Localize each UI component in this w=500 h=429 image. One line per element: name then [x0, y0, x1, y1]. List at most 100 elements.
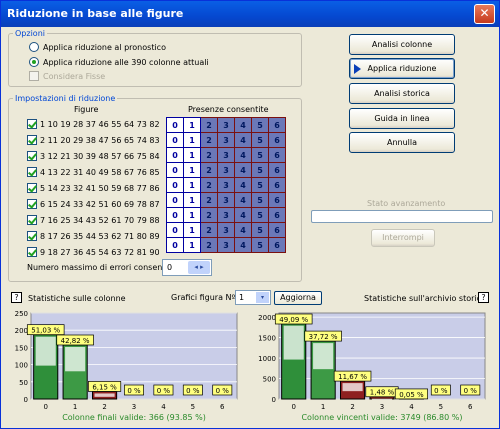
- spinner-arrows-icon[interactable]: ◂ ▸: [188, 261, 210, 274]
- figure-row[interactable]: 4 13 22 31 40 49 58 67 76 85: [27, 167, 160, 177]
- presence-cell[interactable]: 6: [268, 132, 286, 148]
- presence-cell[interactable]: 3: [217, 162, 235, 178]
- presence-cell[interactable]: 2: [200, 237, 218, 253]
- figure-row[interactable]: 7 16 25 34 43 52 61 70 79 88: [27, 215, 160, 225]
- radio-colonne[interactable]: Applica riduzione alle 390 colonne attua…: [29, 57, 209, 67]
- interrompi-button[interactable]: Interrompi: [371, 229, 435, 247]
- presence-cell[interactable]: 4: [234, 207, 252, 223]
- figure-checkbox[interactable]: [27, 167, 37, 177]
- analisi-storica-button[interactable]: Analisi storica: [349, 83, 455, 104]
- presence-cell[interactable]: 5: [251, 177, 269, 193]
- figure-row[interactable]: 1 10 19 28 37 46 55 64 73 82: [27, 119, 160, 129]
- figure-row[interactable]: 3 12 21 30 39 48 57 66 75 84: [27, 151, 160, 161]
- presence-cell[interactable]: 1: [183, 237, 201, 253]
- presence-cell[interactable]: 6: [268, 192, 286, 208]
- checkbox[interactable]: [29, 71, 39, 81]
- presence-cell[interactable]: 3: [217, 117, 235, 133]
- presence-cell[interactable]: 0: [166, 177, 184, 193]
- chevron-down-icon[interactable]: ▾: [256, 292, 269, 303]
- presence-cell[interactable]: 3: [217, 132, 235, 148]
- considera-fisse-checkbox[interactable]: Considera Fisse: [29, 71, 105, 81]
- radio-pronostico[interactable]: Applica riduzione al pronostico: [29, 42, 166, 52]
- presence-cell[interactable]: 0: [166, 117, 184, 133]
- presence-cell[interactable]: 3: [217, 237, 235, 253]
- presence-cell[interactable]: 5: [251, 237, 269, 253]
- figure-row[interactable]: 9 18 27 36 45 54 63 72 81 90: [27, 247, 160, 257]
- presence-cell[interactable]: 0: [166, 237, 184, 253]
- radio-button-selected[interactable]: [29, 57, 39, 67]
- presence-cell[interactable]: 0: [166, 207, 184, 223]
- presence-cell[interactable]: 4: [234, 162, 252, 178]
- presence-cell[interactable]: 2: [200, 117, 218, 133]
- max-errors-value[interactable]: 0: [167, 263, 172, 272]
- figure-row[interactable]: 6 15 24 33 42 51 60 69 78 87: [27, 199, 160, 209]
- presence-cell[interactable]: 2: [200, 222, 218, 238]
- presence-cell[interactable]: 6: [268, 147, 286, 163]
- presence-cell[interactable]: 0: [166, 222, 184, 238]
- figure-row[interactable]: 8 17 26 35 44 53 62 71 80 89: [27, 231, 160, 241]
- presence-cell[interactable]: 5: [251, 222, 269, 238]
- presence-cell[interactable]: 6: [268, 222, 286, 238]
- presence-cell[interactable]: 1: [183, 162, 201, 178]
- presence-cell[interactable]: 4: [234, 222, 252, 238]
- presence-cell[interactable]: 2: [200, 147, 218, 163]
- presence-cell[interactable]: 0: [166, 162, 184, 178]
- presence-cell[interactable]: 4: [234, 132, 252, 148]
- presence-cell[interactable]: 4: [234, 177, 252, 193]
- presence-cell[interactable]: 5: [251, 132, 269, 148]
- presence-cell[interactable]: 2: [200, 132, 218, 148]
- applica-riduzione-button[interactable]: Applica riduzione: [349, 58, 455, 79]
- presence-cell[interactable]: 0: [166, 147, 184, 163]
- presence-cell[interactable]: 2: [200, 177, 218, 193]
- presence-cell[interactable]: 1: [183, 207, 201, 223]
- presence-cell[interactable]: 6: [268, 237, 286, 253]
- presence-cell[interactable]: 3: [217, 207, 235, 223]
- figure-checkbox[interactable]: [27, 135, 37, 145]
- presence-cell[interactable]: 3: [217, 147, 235, 163]
- left-help-icon[interactable]: ?: [11, 292, 22, 303]
- presence-cell[interactable]: 3: [217, 222, 235, 238]
- figure-checkbox[interactable]: [27, 231, 37, 241]
- aggiorna-button[interactable]: Aggiorna: [274, 291, 322, 305]
- presence-cell[interactable]: 0: [166, 192, 184, 208]
- figure-row[interactable]: 2 11 20 29 38 47 56 65 74 83: [27, 135, 160, 145]
- analisi-colonne-button[interactable]: Analisi colonne: [349, 34, 455, 55]
- presence-cell[interactable]: 2: [200, 207, 218, 223]
- presence-cell[interactable]: 5: [251, 192, 269, 208]
- presence-cell[interactable]: 1: [183, 117, 201, 133]
- figure-row[interactable]: 5 14 23 32 41 50 59 68 77 86: [27, 183, 160, 193]
- graph-figure-select[interactable]: 1 ▾: [235, 290, 271, 305]
- presence-cell[interactable]: 1: [183, 192, 201, 208]
- presence-cell[interactable]: 5: [251, 162, 269, 178]
- presence-cell[interactable]: 6: [268, 117, 286, 133]
- figure-checkbox[interactable]: [27, 199, 37, 209]
- presence-cell[interactable]: 1: [183, 132, 201, 148]
- radio-button[interactable]: [29, 42, 39, 52]
- presence-cell[interactable]: 5: [251, 117, 269, 133]
- presence-cell[interactable]: 4: [234, 192, 252, 208]
- guida-in-linea-button[interactable]: Guida in linea: [349, 108, 455, 129]
- figure-checkbox[interactable]: [27, 183, 37, 193]
- figure-checkbox[interactable]: [27, 151, 37, 161]
- right-help-icon[interactable]: ?: [478, 292, 489, 303]
- annulla-button[interactable]: Annulla: [349, 132, 455, 153]
- presence-cell[interactable]: 2: [200, 162, 218, 178]
- presence-cell[interactable]: 3: [217, 177, 235, 193]
- presence-cell[interactable]: 1: [183, 222, 201, 238]
- presence-cell[interactable]: 2: [200, 192, 218, 208]
- presence-cell[interactable]: 4: [234, 117, 252, 133]
- presence-cell[interactable]: 6: [268, 177, 286, 193]
- presence-cell[interactable]: 5: [251, 207, 269, 223]
- close-button[interactable]: ✕: [474, 4, 495, 24]
- presence-cell[interactable]: 4: [234, 147, 252, 163]
- presence-cell[interactable]: 6: [268, 207, 286, 223]
- presence-cell[interactable]: 1: [183, 147, 201, 163]
- presence-cell[interactable]: 5: [251, 147, 269, 163]
- max-errors-spinner[interactable]: 0 ◂ ▸: [162, 259, 212, 276]
- figure-checkbox[interactable]: [27, 247, 37, 257]
- figure-checkbox[interactable]: [27, 215, 37, 225]
- presence-cell[interactable]: 6: [268, 162, 286, 178]
- presence-cell[interactable]: 1: [183, 177, 201, 193]
- presence-cell[interactable]: 4: [234, 237, 252, 253]
- figure-checkbox[interactable]: [27, 119, 37, 129]
